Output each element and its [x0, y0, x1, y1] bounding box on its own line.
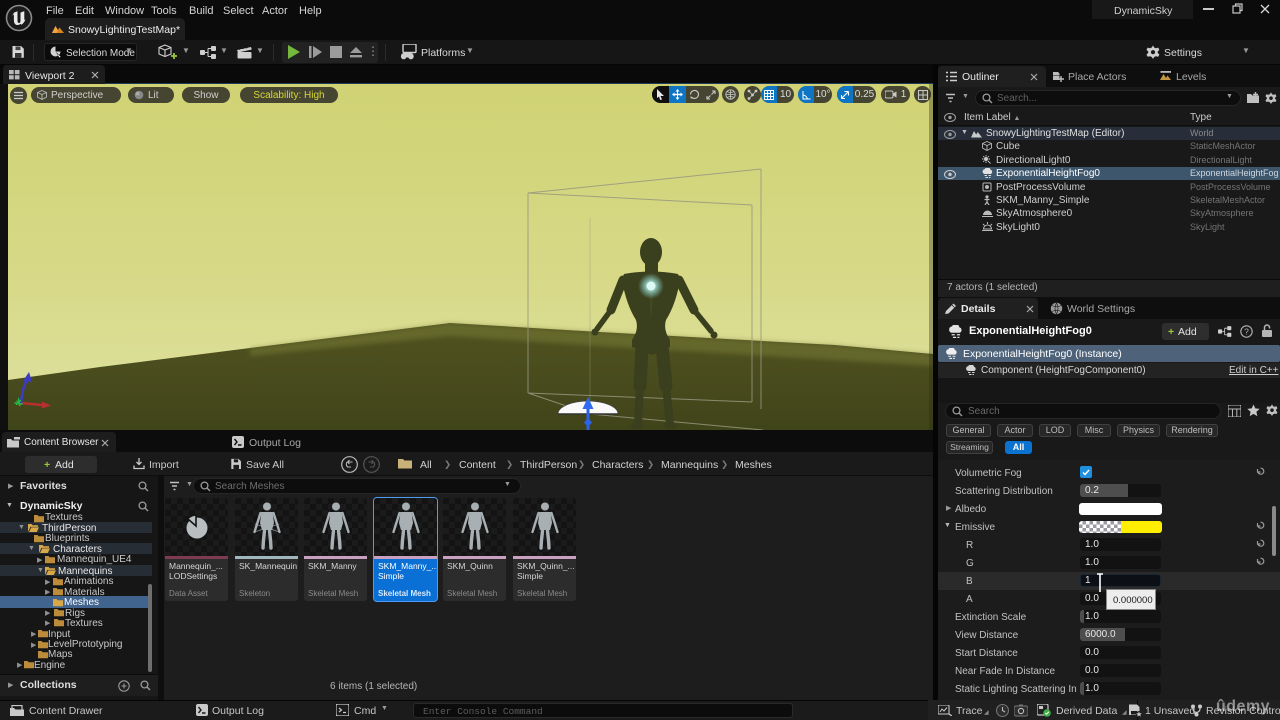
- svg-text:?: ?: [1244, 327, 1249, 337]
